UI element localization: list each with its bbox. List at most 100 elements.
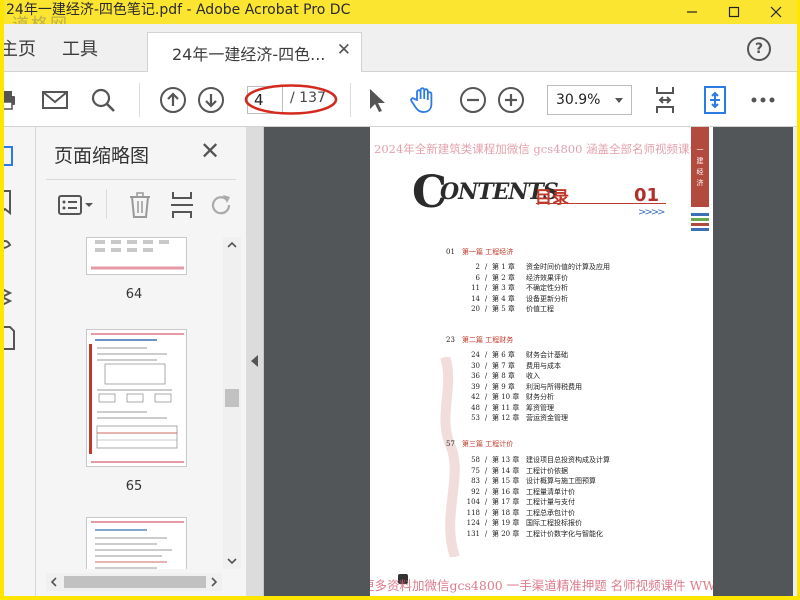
- tab-tools[interactable]: 工具: [62, 35, 98, 61]
- chapter-ribbon: 一建经济: [691, 127, 709, 207]
- layers-icon[interactable]: [4, 287, 13, 307]
- panel-toolbar: [46, 187, 241, 225]
- minimize-icon: [687, 11, 697, 13]
- trash-icon: [130, 192, 150, 218]
- toc-part[interactable]: 01 第一篇 工程经济: [446, 247, 513, 257]
- insert-page-button[interactable]: [168, 191, 196, 219]
- toc-chapter[interactable]: 11/第 3 章不确定性分析: [466, 283, 568, 293]
- search-button[interactable]: [88, 85, 118, 115]
- red-annotation-ellipse: [244, 84, 338, 115]
- cursor-arrow-icon: [370, 89, 385, 112]
- delete-page-button[interactable]: [126, 191, 154, 219]
- fit-page-button[interactable]: [650, 85, 680, 115]
- thumbnail-content: [91, 240, 184, 270]
- chevron-down-icon: [615, 98, 623, 103]
- thumbnail-vertical-scrollbar[interactable]: [223, 237, 241, 569]
- chevron-left-icon: [251, 355, 258, 367]
- page-thumbnail[interactable]: [86, 517, 187, 569]
- attachments-icon[interactable]: [4, 326, 15, 350]
- toc-part[interactable]: 23 第二篇 工程财务: [446, 335, 513, 345]
- close-window-button[interactable]: [755, 0, 797, 24]
- maximize-button[interactable]: [713, 0, 755, 24]
- toc-chapter[interactable]: 83/第 15 章设计概算与施工图预算: [466, 476, 596, 486]
- scroll-left-icon[interactable]: [48, 573, 60, 591]
- page-thumbnails-icon[interactable]: [4, 146, 13, 166]
- close-tab-icon[interactable]: ✕: [337, 40, 351, 60]
- thumbnail-options-button[interactable]: [56, 191, 96, 219]
- email-button[interactable]: [40, 85, 70, 115]
- toc-chapter[interactable]: 39/第 9 章利润与所得税费用: [466, 382, 582, 392]
- select-tool-button[interactable]: [362, 85, 392, 115]
- page-thumbnail[interactable]: [86, 237, 187, 275]
- bookmarks-icon[interactable]: [4, 190, 11, 216]
- document-tab[interactable]: 24年一建经济-四色... ✕: [147, 32, 362, 72]
- toc-chapter[interactable]: 124/第 19 章国际工程投标报价: [466, 518, 582, 528]
- toc-chapter[interactable]: 92/第 16 章工程量清单计价: [466, 487, 575, 497]
- toc-chapter[interactable]: 14/第 4 章设备更新分析: [466, 294, 568, 304]
- rotate-icon: [211, 195, 231, 215]
- thumbnail-content: [89, 333, 184, 463]
- tab-home[interactable]: 主页: [4, 35, 36, 61]
- scroll-right-icon[interactable]: [208, 573, 220, 591]
- signatures-icon[interactable]: [4, 240, 12, 249]
- zoom-level-dropdown[interactable]: 30.9%: [547, 85, 632, 115]
- toc-chapter[interactable]: 53/第 12 章营运资金管理: [466, 413, 568, 423]
- thumbnails-panel: 页面缩略图 ✕ 64 65: [36, 127, 246, 596]
- window-right-edge: [793, 127, 797, 596]
- full-screen-button[interactable]: [700, 85, 730, 115]
- toc-chapter[interactable]: 30/第 7 章费用与成本: [466, 361, 561, 371]
- rotate-page-button[interactable]: [208, 191, 236, 219]
- thumbnail-page-number: 65: [125, 479, 143, 494]
- contents-arrows: >>>>: [638, 207, 665, 218]
- email-icon: [42, 91, 68, 109]
- scroll-up-icon[interactable]: [223, 239, 241, 251]
- help-icon[interactable]: ?: [747, 37, 771, 61]
- zoom-in-button[interactable]: [496, 85, 526, 115]
- scrollbar-thumb[interactable]: [225, 389, 239, 407]
- scroll-down-icon[interactable]: [223, 555, 241, 567]
- thumbnail-page-number: 64: [125, 287, 143, 302]
- toc-chapter[interactable]: 58/第 13 章建设项目总投资构成及计算: [466, 455, 610, 465]
- scrollbar-thumb[interactable]: [64, 576, 206, 588]
- toc-chapter[interactable]: 48/第 11 章筹资管理: [466, 403, 554, 413]
- thumbnail-content: [91, 521, 184, 569]
- zoom-out-icon: [460, 87, 486, 113]
- toc-chapter[interactable]: 118/第 18 章工程总承包计价: [466, 508, 575, 518]
- toc-chapter[interactable]: 24/第 6 章财务会计基础: [466, 350, 568, 360]
- toc-chapter[interactable]: 2/第 1 章资金时间价值的计算及应用: [466, 262, 610, 272]
- maximize-icon: [728, 6, 740, 18]
- ribbon-stripe: [691, 223, 709, 226]
- panel-divider: [46, 179, 236, 180]
- previous-page-button[interactable]: [158, 85, 188, 115]
- navigation-icons: [4, 146, 15, 350]
- more-tools-button[interactable]: [748, 85, 778, 115]
- options-menu-icon: [58, 195, 93, 215]
- minimize-button[interactable]: [671, 0, 713, 24]
- toc-chapter[interactable]: 36/第 8 章收入: [466, 371, 540, 381]
- watermark-text-bottom: 更多资料加微信gcs4800 一手渠道精准押题 名师视频课件 WWW.C: [370, 578, 713, 593]
- toc-chapter[interactable]: 104/第 17 章工程计量与支付: [466, 497, 575, 507]
- toc-part[interactable]: 57 第三篇 工程计价: [446, 439, 513, 449]
- zoom-out-button[interactable]: [458, 85, 488, 115]
- ribbon-label: 一建经济: [696, 146, 704, 187]
- next-page-button[interactable]: [196, 85, 226, 115]
- toc-chapter[interactable]: 42/第 10 章财务分析: [466, 392, 554, 402]
- toc-chapter[interactable]: 20/第 5 章价值工程: [466, 304, 554, 314]
- acrobat-window: 24年一建经济-四色笔记.pdf - Adobe Acrobat Pro DC …: [4, 0, 797, 596]
- thumbnail-horizontal-scrollbar[interactable]: [46, 573, 222, 591]
- title-bar: 24年一建经济-四色笔记.pdf - Adobe Acrobat Pro DC …: [4, 0, 797, 35]
- toc-chapter[interactable]: 131/第 20 章工程计价数字化与智能化: [466, 529, 603, 539]
- panel-title: 页面缩略图: [54, 145, 150, 167]
- close-panel-icon[interactable]: ✕: [200, 137, 220, 165]
- contents-underline: [536, 203, 666, 204]
- toolbar-divider: [139, 83, 140, 117]
- print-button[interactable]: [4, 85, 22, 115]
- search-icon: [91, 88, 115, 112]
- document-viewer[interactable]: 2024年全新建筑类课程加微信 gcs4800 涵盖全部名师视频课件 一建经济 …: [246, 127, 797, 596]
- thumbnail-list: 64 65: [46, 237, 222, 569]
- toc-chapter[interactable]: 75/第 14 章工程计价依据: [466, 466, 568, 476]
- toc-chapter[interactable]: 6/第 2 章经济效果评价: [466, 273, 568, 283]
- page-thumbnail[interactable]: [86, 329, 187, 467]
- collapse-panel-button[interactable]: [246, 127, 264, 596]
- hand-tool-button[interactable]: [408, 85, 438, 115]
